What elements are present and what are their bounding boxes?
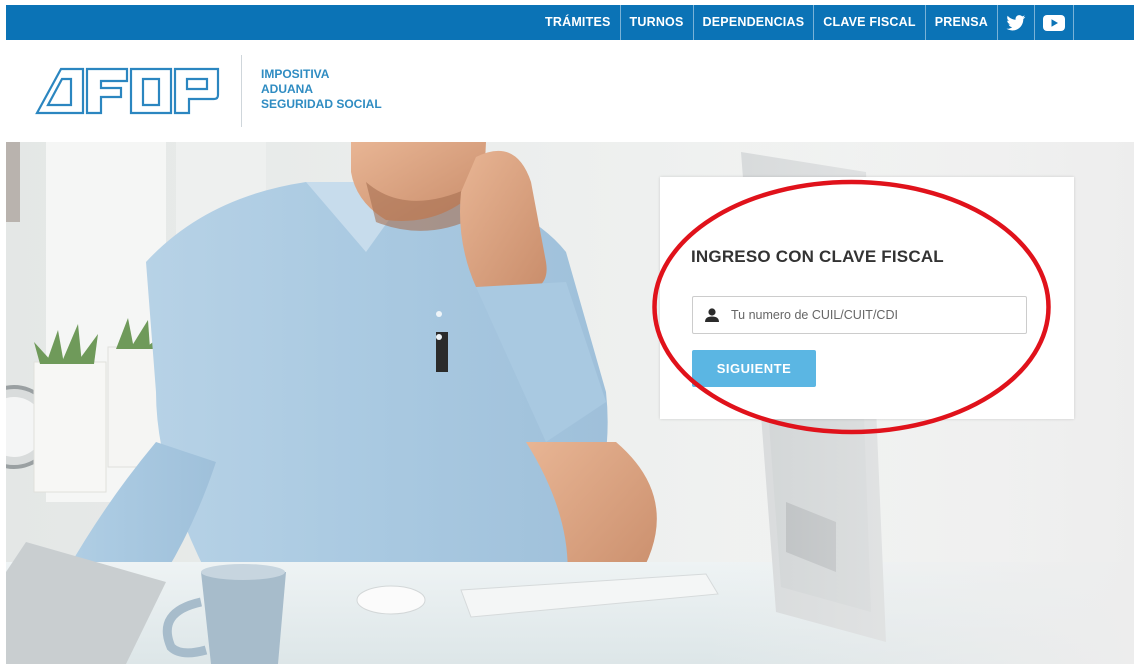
twitter-icon	[1006, 14, 1026, 30]
nav-turnos[interactable]: TURNOS	[621, 5, 694, 40]
tagline-line-3: SEGURIDAD SOCIAL	[261, 97, 382, 111]
siguiente-button[interactable]: SIGUIENTE	[692, 350, 816, 387]
youtube-link[interactable]	[1035, 5, 1074, 40]
nav-dependencias[interactable]: DEPENDENCIAS	[694, 5, 815, 40]
login-card: INGRESO CON CLAVE FISCAL SIGUIENTE	[660, 177, 1074, 419]
nav-clave-fiscal[interactable]: CLAVE FISCAL	[814, 5, 926, 40]
tagline-line-2: ADUANA	[261, 82, 313, 96]
cuit-input[interactable]	[731, 297, 1021, 333]
cuit-field[interactable]	[692, 296, 1027, 334]
brand-tagline: IMPOSITIVA ADUANA SEGURIDAD SOCIAL	[261, 67, 382, 112]
nav-prensa[interactable]: PRENSA	[926, 5, 998, 40]
tagline-line-1: IMPOSITIVA	[261, 67, 330, 81]
login-title: INGRESO CON CLAVE FISCAL	[691, 247, 944, 266]
main-nav: TRÁMITES TURNOS DEPENDENCIAS CLAVE FISCA…	[536, 5, 1074, 40]
top-nav-bar: TRÁMITES TURNOS DEPENDENCIAS CLAVE FISCA…	[6, 5, 1134, 40]
nav-tramites[interactable]: TRÁMITES	[536, 5, 621, 40]
logo-divider	[241, 55, 242, 127]
youtube-icon	[1043, 14, 1065, 31]
afip-logo[interactable]	[35, 67, 220, 115]
user-icon	[705, 308, 719, 322]
twitter-link[interactable]	[998, 5, 1035, 40]
